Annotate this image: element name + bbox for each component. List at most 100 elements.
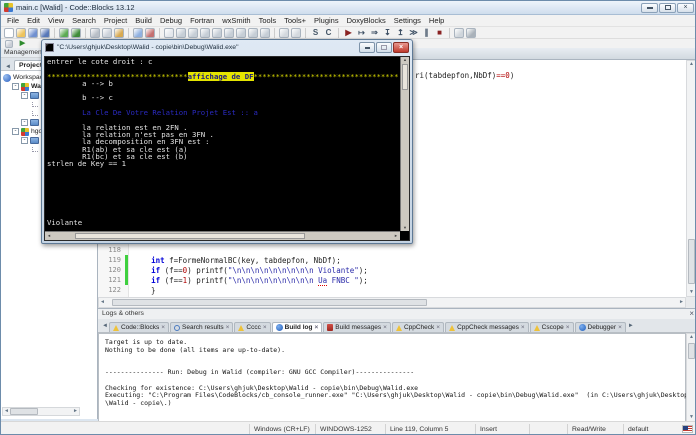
copy-icon[interactable] [102, 28, 112, 38]
editor-hscrollbar[interactable]: ◄ ► [98, 297, 686, 308]
expander-icon[interactable]: - [21, 119, 28, 126]
cut-icon[interactable] [90, 28, 100, 38]
zoom-out-icon[interactable] [291, 28, 301, 38]
logs-vscrollbar[interactable]: ▲ ▼ [686, 333, 696, 422]
scroll-left-icon[interactable]: ◄ [45, 232, 53, 240]
paste-icon[interactable] [114, 28, 124, 38]
close-button[interactable]: × [677, 3, 694, 13]
print-icon[interactable] [5, 40, 13, 48]
tab-close-icon[interactable]: × [314, 324, 318, 331]
menu-wxsmith[interactable]: wxSmith [218, 15, 254, 27]
scrollbar-thumb[interactable] [688, 239, 695, 284]
console-maximize-button[interactable] [376, 42, 392, 53]
scrollbar-thumb[interactable] [112, 299, 427, 306]
maximize-button[interactable] [659, 3, 676, 13]
management-hscrollbar[interactable]: ◄ ► [2, 407, 80, 416]
console-close-button[interactable]: × [393, 42, 409, 53]
scroll-up-icon[interactable]: ▲ [401, 57, 409, 63]
new-file-icon[interactable] [4, 28, 14, 38]
expander-icon[interactable]: - [12, 128, 19, 135]
logs-tab-code-blocks[interactable]: Code::Blocks× [109, 322, 169, 332]
scroll-up-icon[interactable]: ▲ [688, 61, 695, 68]
logs-tab-cppcheck-messages[interactable]: CppCheck messages× [445, 322, 529, 332]
scroll-up-icon[interactable]: ▲ [688, 334, 695, 341]
logs-tab-cscope[interactable]: Cscope× [530, 322, 574, 332]
logs-tab-build-messages[interactable]: Build messages× [323, 322, 391, 332]
menu-file[interactable]: File [3, 15, 23, 27]
console-vscrollbar[interactable]: ▲ ▼ [400, 57, 409, 231]
tab-close-icon[interactable]: × [521, 324, 525, 331]
console-minimize-button[interactable] [359, 42, 375, 53]
menu-project[interactable]: Project [100, 15, 131, 27]
find-icon[interactable] [133, 28, 143, 38]
menu-view[interactable]: View [44, 15, 68, 27]
scroll-right-icon[interactable]: ► [72, 408, 79, 415]
widget-listbox-icon[interactable] [224, 28, 234, 38]
tab-close-icon[interactable]: × [161, 324, 165, 331]
widget-dialog-icon[interactable] [260, 28, 270, 38]
scrollbar-thumb[interactable] [402, 64, 408, 90]
logs-tab-build-log[interactable]: Build log× [272, 322, 323, 332]
logs-tab-debugger[interactable]: Debugger× [575, 322, 626, 332]
tab-scroll-left-icon[interactable]: ◄ [101, 323, 109, 329]
expander-icon[interactable]: - [21, 137, 28, 144]
widget-grid-icon[interactable] [236, 28, 246, 38]
scroll-down-icon[interactable]: ▼ [688, 289, 695, 296]
select-pointer-icon[interactable] [164, 28, 174, 38]
run-to-cursor-icon[interactable]: ↦ [356, 28, 367, 38]
tab-scroll-left-icon[interactable]: ◄ [3, 64, 13, 70]
tab-close-icon[interactable]: × [436, 324, 440, 331]
scroll-left-icon[interactable]: ◄ [99, 299, 106, 306]
tab-close-icon[interactable]: × [618, 324, 622, 331]
logs-close-icon[interactable]: × [689, 309, 694, 319]
widget-frame-icon[interactable] [176, 28, 186, 38]
console-title-bar[interactable]: "C:\Users\ghjuk\Desktop\Walid - copie\bi… [42, 40, 412, 55]
code-lines[interactable]: 118119 int f=FormeNormalBC(key, tabdepfo… [98, 245, 686, 297]
scrollbar-thumb[interactable] [10, 408, 38, 415]
tab-close-icon[interactable]: × [226, 324, 230, 331]
menu-tools[interactable]: Tools [255, 15, 281, 27]
logs-tab-cccc[interactable]: Cccc× [234, 322, 270, 332]
scroll-right-icon[interactable]: ► [392, 232, 400, 240]
menu-help[interactable]: Help [425, 15, 448, 27]
menu-build[interactable]: Build [131, 15, 156, 27]
scrollbar-thumb[interactable] [688, 343, 695, 359]
expander-icon[interactable]: - [21, 92, 28, 99]
expander-icon[interactable]: - [12, 83, 19, 90]
scroll-down-icon[interactable]: ▼ [401, 225, 409, 231]
run-icon[interactable]: ▶ [17, 40, 28, 48]
widget-toolbar-icon[interactable] [248, 28, 258, 38]
menu-tools[interactable]: Tools+ [280, 15, 310, 27]
menu-settings[interactable]: Settings [390, 15, 425, 27]
zoom-in-icon[interactable] [279, 28, 289, 38]
scroll-right-icon[interactable]: ► [678, 299, 685, 306]
widget-textbox-icon[interactable] [212, 28, 222, 38]
debugging-windows-icon[interactable] [454, 28, 464, 38]
menu-search[interactable]: Search [68, 15, 100, 27]
open-file-icon[interactable] [16, 28, 26, 38]
break-debugger-icon[interactable]: ∥ [421, 28, 432, 38]
minimize-button[interactable] [641, 3, 658, 13]
symbols-c-icon[interactable]: C [323, 28, 334, 38]
console-window[interactable]: "C:\Users\ghjuk\Desktop\Walid - copie\bi… [41, 39, 413, 244]
scroll-left-icon[interactable]: ◄ [3, 408, 10, 415]
redo-icon[interactable] [71, 28, 81, 38]
undo-icon[interactable] [59, 28, 69, 38]
symbols-s-icon[interactable]: S [310, 28, 321, 38]
console-hscrollbar[interactable]: ◄ ► [45, 231, 400, 240]
next-instruction-icon[interactable]: ≫ [408, 28, 419, 38]
scrollbar-thumb[interactable] [75, 233, 305, 239]
stop-debugger-icon[interactable]: ■ [434, 28, 445, 38]
save-all-icon[interactable] [40, 28, 50, 38]
tab-close-icon[interactable]: × [383, 324, 387, 331]
menu-fortran[interactable]: Fortran [186, 15, 218, 27]
tab-scroll-right-icon[interactable]: ► [627, 323, 635, 329]
various-info-icon[interactable] [466, 28, 476, 38]
editor-vscrollbar[interactable]: ▲ ▼ [686, 60, 696, 297]
debug-continue-icon[interactable]: ▶ [343, 28, 354, 38]
widget-button-icon[interactable] [200, 28, 210, 38]
scroll-down-icon[interactable]: ▼ [688, 414, 695, 421]
step-out-icon[interactable]: ↥ [395, 28, 406, 38]
next-line-icon[interactable]: ⇒ [369, 28, 380, 38]
widget-panel-icon[interactable] [188, 28, 198, 38]
